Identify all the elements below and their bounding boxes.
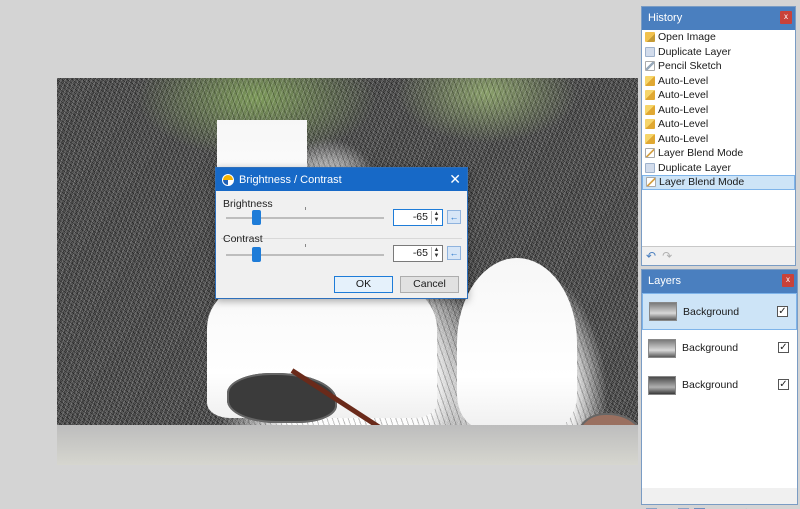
reset-brightness-button[interactable]: ← — [447, 210, 461, 224]
history-item-label: Auto-Level — [658, 74, 709, 87]
history-title: History — [648, 12, 683, 24]
history-item[interactable]: Auto-Level — [642, 88, 795, 103]
layer-visibility-checkbox[interactable]: ✓ — [778, 342, 789, 353]
brightness-value: -65 — [412, 211, 428, 223]
close-icon[interactable]: x — [782, 274, 794, 287]
slider-center-tick — [305, 207, 306, 210]
history-item-label: Auto-Level — [658, 132, 709, 145]
history-item[interactable]: Layer Blend Mode — [642, 146, 795, 161]
slider-thumb[interactable] — [252, 247, 262, 262]
history-panel: History x Open Image Duplicate Layer Pen… — [641, 6, 796, 266]
duplicate-layer-icon — [645, 46, 655, 57]
brightness-slider[interactable] — [226, 207, 384, 225]
spin-arrows-icon[interactable]: ▲ ▼ — [431, 211, 441, 224]
history-item-label: Duplicate Layer — [658, 161, 731, 174]
dialog-title-bar[interactable]: Brightness / Contrast ✕ — [216, 168, 467, 191]
history-item-label: Auto-Level — [658, 89, 709, 102]
layer-blend-mode-icon — [645, 148, 655, 159]
auto-level-icon — [645, 119, 655, 130]
layers-title: Layers — [648, 275, 682, 287]
duplicate-layer-icon — [645, 162, 655, 173]
history-item[interactable]: Auto-Level — [642, 103, 795, 118]
history-item-label: Open Image — [658, 31, 716, 44]
history-toolbar: ↶ ↷ — [642, 247, 795, 265]
contrast-value: -65 — [412, 247, 428, 259]
contrast-label: Contrast — [223, 233, 263, 245]
layer-row[interactable]: Background ✓ — [642, 330, 797, 367]
cancel-button[interactable]: Cancel — [400, 276, 459, 293]
layers-list: Background ✓ Background ✓ Background ✓ — [642, 293, 797, 488]
history-item[interactable]: Pencil Sketch — [642, 59, 795, 74]
layer-thumbnail — [648, 338, 676, 358]
history-item[interactable]: Duplicate Layer — [642, 45, 795, 60]
app-logo-icon — [222, 173, 234, 186]
auto-level-icon — [645, 104, 655, 115]
layers-toolbar: ✕ ▲ ▼ ✎ — [642, 504, 797, 509]
waterfall-spray — [457, 258, 577, 428]
pencil-sketch-icon — [645, 61, 655, 72]
layer-row[interactable]: Background ✓ — [642, 293, 797, 330]
history-item-label: Duplicate Layer — [658, 45, 731, 58]
history-item-label: Layer Blend Mode — [659, 176, 745, 189]
slider-center-tick — [305, 244, 306, 247]
slider-thumb[interactable] — [252, 210, 262, 225]
pool-water — [57, 425, 638, 465]
layer-thumbnail — [649, 302, 677, 321]
slider-track — [226, 254, 384, 256]
brightness-input[interactable]: -65 ▲ ▼ — [393, 209, 443, 226]
ok-button[interactable]: OK — [334, 276, 393, 293]
layer-row[interactable]: Background ✓ — [642, 367, 797, 404]
brightness-contrast-dialog: Brightness / Contrast ✕ Brightness -65 ▲… — [215, 167, 468, 299]
history-item-label: Auto-Level — [658, 118, 709, 131]
brightness-label: Brightness — [223, 198, 273, 210]
layers-panel: Layers x Background ✓ Background ✓ Backg… — [641, 269, 798, 509]
auto-level-icon — [645, 90, 655, 101]
reset-contrast-button[interactable]: ← — [447, 246, 461, 260]
history-list: Open Image Duplicate Layer Pencil Sketch… — [642, 30, 795, 247]
history-item-label: Layer Blend Mode — [658, 147, 744, 160]
contrast-input[interactable]: -65 ▲ ▼ — [393, 245, 443, 262]
history-item[interactable]: Auto-Level — [642, 132, 795, 147]
auto-level-icon — [645, 133, 655, 144]
history-item[interactable]: Auto-Level — [642, 117, 795, 132]
history-item-label: Auto-Level — [658, 103, 709, 116]
layer-name: Background — [682, 342, 739, 354]
layers-panel-header: Layers x — [642, 270, 797, 293]
layer-thumbnail — [648, 375, 676, 395]
layer-blend-mode-icon — [646, 177, 656, 188]
history-item[interactable]: Auto-Level — [642, 74, 795, 89]
dialog-title: Brightness / Contrast — [239, 173, 342, 186]
layer-visibility-checkbox[interactable]: ✓ — [777, 306, 788, 317]
redo-icon[interactable]: ↷ — [662, 249, 672, 263]
layer-visibility-checkbox[interactable]: ✓ — [778, 379, 789, 390]
layer-name: Background — [683, 305, 740, 318]
close-icon[interactable]: x — [780, 11, 792, 24]
history-item[interactable]: Open Image — [642, 30, 795, 45]
undo-icon[interactable]: ↶ — [646, 249, 656, 263]
spin-arrows-icon[interactable]: ▲ ▼ — [431, 247, 441, 260]
history-item[interactable]: Duplicate Layer — [642, 161, 795, 176]
contrast-slider[interactable] — [226, 244, 384, 262]
auto-level-icon — [645, 75, 655, 86]
close-icon[interactable]: ✕ — [449, 171, 461, 188]
history-panel-header: History x — [642, 7, 795, 30]
slider-track — [226, 217, 384, 219]
open-image-icon — [645, 32, 655, 43]
history-item-selected[interactable]: Layer Blend Mode — [642, 175, 795, 190]
layer-name: Background — [682, 379, 739, 391]
history-item-label: Pencil Sketch — [658, 60, 722, 73]
